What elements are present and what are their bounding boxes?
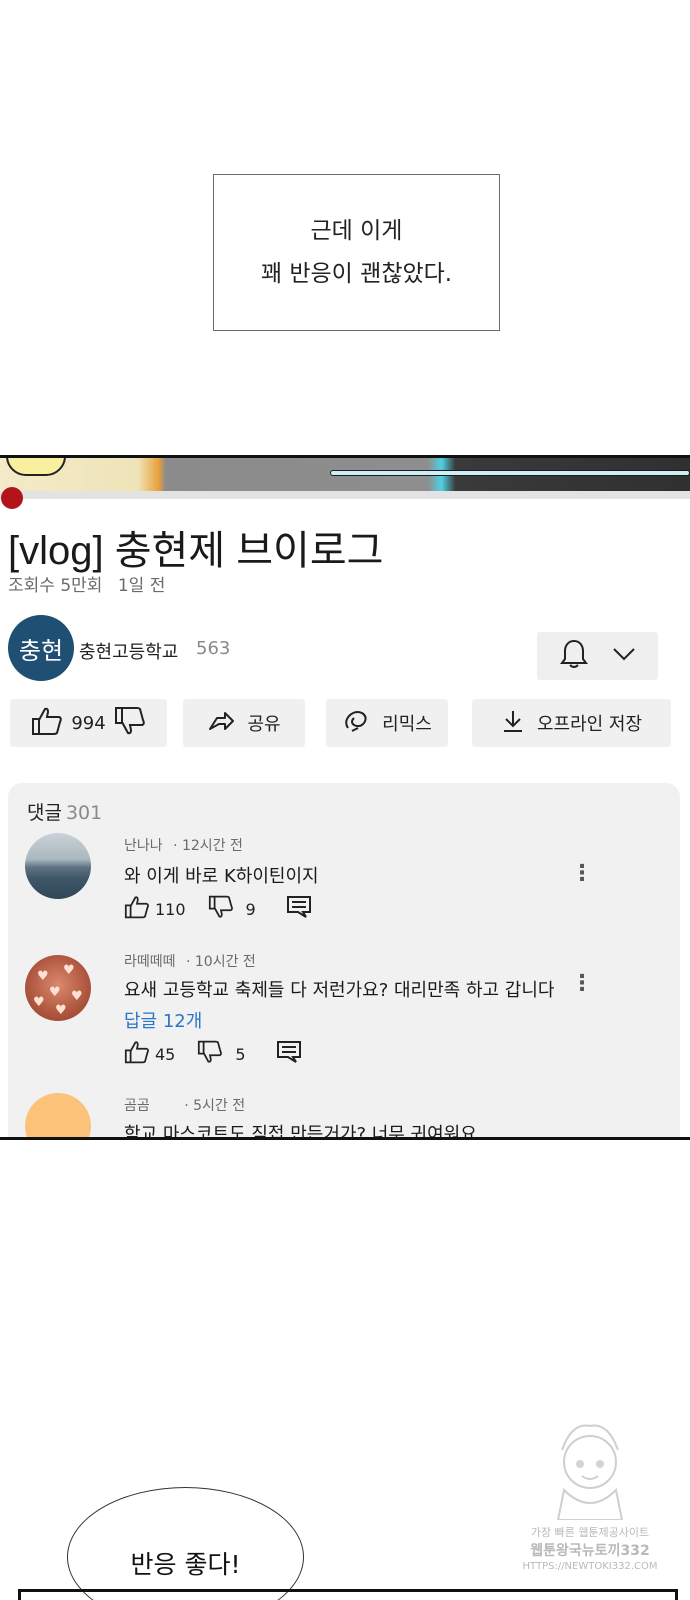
- like-dislike-button[interactable]: 994: [10, 699, 167, 747]
- commenter-avatar[interactable]: [25, 833, 91, 899]
- comments-label: 댓글: [27, 802, 62, 824]
- comment-actions: 45 5: [124, 1040, 302, 1068]
- watermark-line-1: 가장 빠른 웹툰제공사이트: [530, 1526, 650, 1539]
- more-options-icon[interactable]: ⋮: [571, 863, 593, 885]
- comment-time: · 5시간 전: [184, 1098, 246, 1114]
- share-label: 공유: [247, 714, 281, 735]
- thumbnail-art: [330, 470, 690, 476]
- comments-section: 댓글 301 난나나 · 12시간 전 와 이게 바로 K하이틴이지 ⋮ 110 …: [8, 783, 680, 1140]
- thumbnail-art: [6, 458, 66, 476]
- comment-dislike-count: 5: [235, 1044, 246, 1064]
- comment-author[interactable]: 라떼떼떼: [124, 954, 176, 970]
- share-icon: [207, 709, 235, 738]
- comment-meta: 라떼떼떼 · 10시간 전: [124, 951, 256, 971]
- commenter-avatar[interactable]: ♥ ♥ ♥ ♥ ♥ ♥: [25, 955, 91, 1021]
- mascot-icon: [556, 1424, 624, 1520]
- thumbs-up-icon[interactable]: [31, 706, 63, 741]
- channel-avatar-text: 충현: [18, 636, 64, 665]
- thumbs-down-icon[interactable]: [114, 706, 146, 741]
- caption-line-1: 근데 이게: [310, 217, 403, 244]
- comment-author[interactable]: 난나나: [124, 838, 163, 854]
- comment-text: 요새 고등학교 축제들 다 저런가요? 대리만족 하고 갑니다: [124, 980, 555, 1001]
- offline-save-button[interactable]: 오프라인 저장: [472, 699, 671, 747]
- video-title: [vlog] 충현제 브이로그: [8, 529, 384, 573]
- view-count: 조회수 5만회: [8, 576, 103, 596]
- subscriber-count: 563: [196, 638, 231, 659]
- offline-save-label: 오프라인 저장: [536, 714, 643, 735]
- video-meta: 조회수 5만회 1일 전: [8, 571, 165, 596]
- upload-age: 1일 전: [117, 576, 166, 596]
- like-count: 994: [71, 712, 106, 734]
- chevron-down-icon: [612, 646, 636, 666]
- comment-meta: 난나나 · 12시간 전: [124, 835, 243, 855]
- watermark-line-2: 웹툰왕국뉴토끼332: [530, 1543, 650, 1559]
- comment-text: 와 이게 바로 K하이틴이지: [124, 866, 319, 887]
- download-icon: [501, 709, 525, 738]
- share-button[interactable]: 공유: [183, 699, 305, 747]
- comment-time: · 12시간 전: [173, 838, 243, 854]
- remix-button[interactable]: 리믹스: [326, 699, 448, 747]
- comment-like-count: 45: [155, 1044, 176, 1064]
- replies-link[interactable]: 답글 12개: [124, 1007, 202, 1033]
- notification-button[interactable]: [537, 632, 658, 680]
- thumbs-up-icon[interactable]: [124, 895, 150, 923]
- remix-label: 리믹스: [382, 714, 432, 735]
- watermark-line-3: HTTPS://NEWTOKI332.COM: [522, 1561, 658, 1572]
- commenter-avatar[interactable]: [25, 1093, 91, 1137]
- comment-text: 학교 마스코트도 직접 만든거가? 너무 귀여워요: [124, 1124, 477, 1140]
- channel-name[interactable]: 충현고등학교: [79, 638, 178, 664]
- video-thumbnail[interactable]: [0, 458, 690, 491]
- channel-avatar[interactable]: 충현: [8, 615, 74, 681]
- thumbs-down-icon[interactable]: [197, 1040, 223, 1068]
- comment-time: · 10시간 전: [185, 954, 256, 970]
- comment-meta: 곰곰 · 5시간 전: [124, 1095, 245, 1115]
- more-options-icon[interactable]: ⋮: [571, 973, 593, 995]
- reply-icon[interactable]: [276, 1040, 302, 1068]
- bell-icon: [559, 638, 589, 674]
- comments-count: 301: [65, 802, 103, 824]
- caption-line-2: 꽤 반응이 괜찮았다.: [260, 260, 453, 287]
- remix-icon: [342, 708, 370, 739]
- thumbs-up-icon[interactable]: [124, 1040, 150, 1068]
- narration-caption: 근데 이게 꽤 반응이 괜찮았다.: [213, 174, 500, 331]
- next-panel-border: [18, 1589, 678, 1600]
- comment-actions: 110 9: [124, 895, 312, 923]
- comment-author[interactable]: 곰곰: [124, 1098, 150, 1114]
- comment-dislike-count: 9: [245, 899, 256, 919]
- speech-bubble: 반응 좋다!: [67, 1487, 304, 1600]
- watermark: 가장 빠른 웹툰제공사이트 웹툰왕국뉴토끼332 HTTPS://NEWTOKI…: [520, 1420, 660, 1580]
- progress-scrubber[interactable]: [1, 487, 23, 509]
- reply-icon[interactable]: [286, 895, 312, 923]
- comment-like-count: 110: [155, 899, 186, 919]
- thumbs-down-icon[interactable]: [208, 895, 234, 923]
- comments-header[interactable]: 댓글 301: [27, 798, 102, 825]
- speech-text: 반응 좋다!: [130, 1550, 241, 1579]
- video-page-panel: [vlog] 충현제 브이로그 조회수 5만회 1일 전 충현 충현고등학교 5…: [0, 455, 690, 1140]
- progress-bar[interactable]: [0, 491, 690, 499]
